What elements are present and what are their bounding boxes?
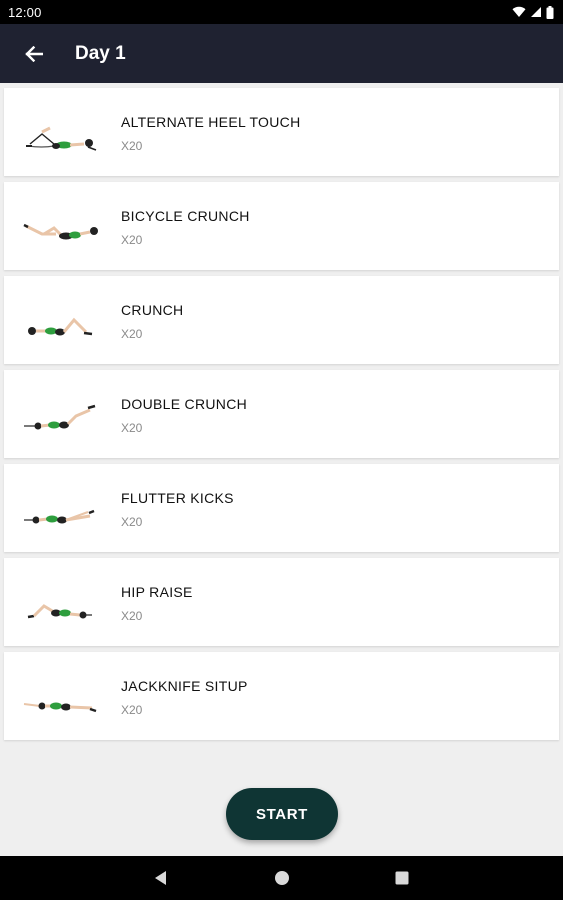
exercise-name: BICYCLE CRUNCH bbox=[121, 208, 250, 224]
status-icons bbox=[512, 5, 554, 19]
square-recents-icon bbox=[395, 871, 409, 885]
status-bar: 12:00 bbox=[0, 0, 563, 24]
exercise-reps: X20 bbox=[121, 609, 143, 623]
exercise-illustration bbox=[23, 223, 98, 240]
exercise-reps: X20 bbox=[121, 139, 143, 153]
exercise-item-hip-raise[interactable]: HIP RAISE X20 bbox=[4, 558, 559, 646]
exercise-illustration bbox=[28, 317, 93, 336]
back-button[interactable] bbox=[21, 41, 47, 67]
exercise-name: CRUNCH bbox=[121, 302, 184, 318]
exercise-name: ALTERNATE HEEL TOUCH bbox=[121, 114, 301, 130]
exercise-name: HIP RAISE bbox=[121, 584, 193, 600]
exercise-list: ALTERNATE HEEL TOUCH X20 BICYCLE CRUNCH … bbox=[4, 88, 559, 740]
nav-home-button[interactable] bbox=[267, 863, 297, 893]
exercise-name: JACKKNIFE SITUP bbox=[121, 678, 248, 694]
nav-back-button[interactable] bbox=[146, 863, 176, 893]
exercise-illustration bbox=[24, 404, 96, 430]
exercise-item-bicycle-crunch[interactable]: BICYCLE CRUNCH X20 bbox=[4, 182, 559, 270]
exercise-illustration bbox=[26, 126, 97, 151]
exercise-reps: X20 bbox=[121, 233, 143, 247]
exercise-item-double-crunch[interactable]: DOUBLE CRUNCH X20 bbox=[4, 370, 559, 458]
exercise-reps: X20 bbox=[121, 515, 143, 529]
app-bar: Day 1 bbox=[0, 24, 563, 83]
exercise-reps: X20 bbox=[121, 327, 143, 341]
circle-home-icon bbox=[275, 871, 289, 885]
exercise-name: DOUBLE CRUNCH bbox=[121, 396, 248, 412]
start-button[interactable]: START bbox=[226, 788, 338, 840]
nav-recents-button[interactable] bbox=[387, 863, 417, 893]
arrow-left-icon bbox=[25, 45, 43, 62]
triangle-back-icon bbox=[155, 871, 166, 885]
exercise-item-alternate-heel-touch[interactable]: ALTERNATE HEEL TOUCH X20 bbox=[4, 88, 559, 176]
exercise-name: FLUTTER KICKS bbox=[121, 490, 234, 506]
wifi-icon bbox=[512, 6, 526, 18]
battery-icon bbox=[546, 5, 554, 19]
exercise-item-crunch[interactable]: CRUNCH X20 bbox=[4, 276, 559, 364]
navigation-bar bbox=[0, 856, 563, 900]
exercise-illustration bbox=[23, 702, 97, 713]
exercise-illustration bbox=[27, 604, 92, 619]
exercise-item-jackknife-situp[interactable]: JACKKNIFE SITUP X20 bbox=[4, 652, 559, 740]
exercise-item-flutter-kicks[interactable]: FLUTTER KICKS X20 bbox=[4, 464, 559, 552]
exercise-reps: X20 bbox=[121, 703, 143, 717]
status-time: 12:00 bbox=[8, 4, 42, 20]
exercise-reps: X20 bbox=[121, 421, 143, 435]
signal-icon bbox=[531, 7, 541, 17]
exercise-illustration bbox=[24, 509, 95, 524]
page-title: Day 1 bbox=[75, 42, 126, 64]
